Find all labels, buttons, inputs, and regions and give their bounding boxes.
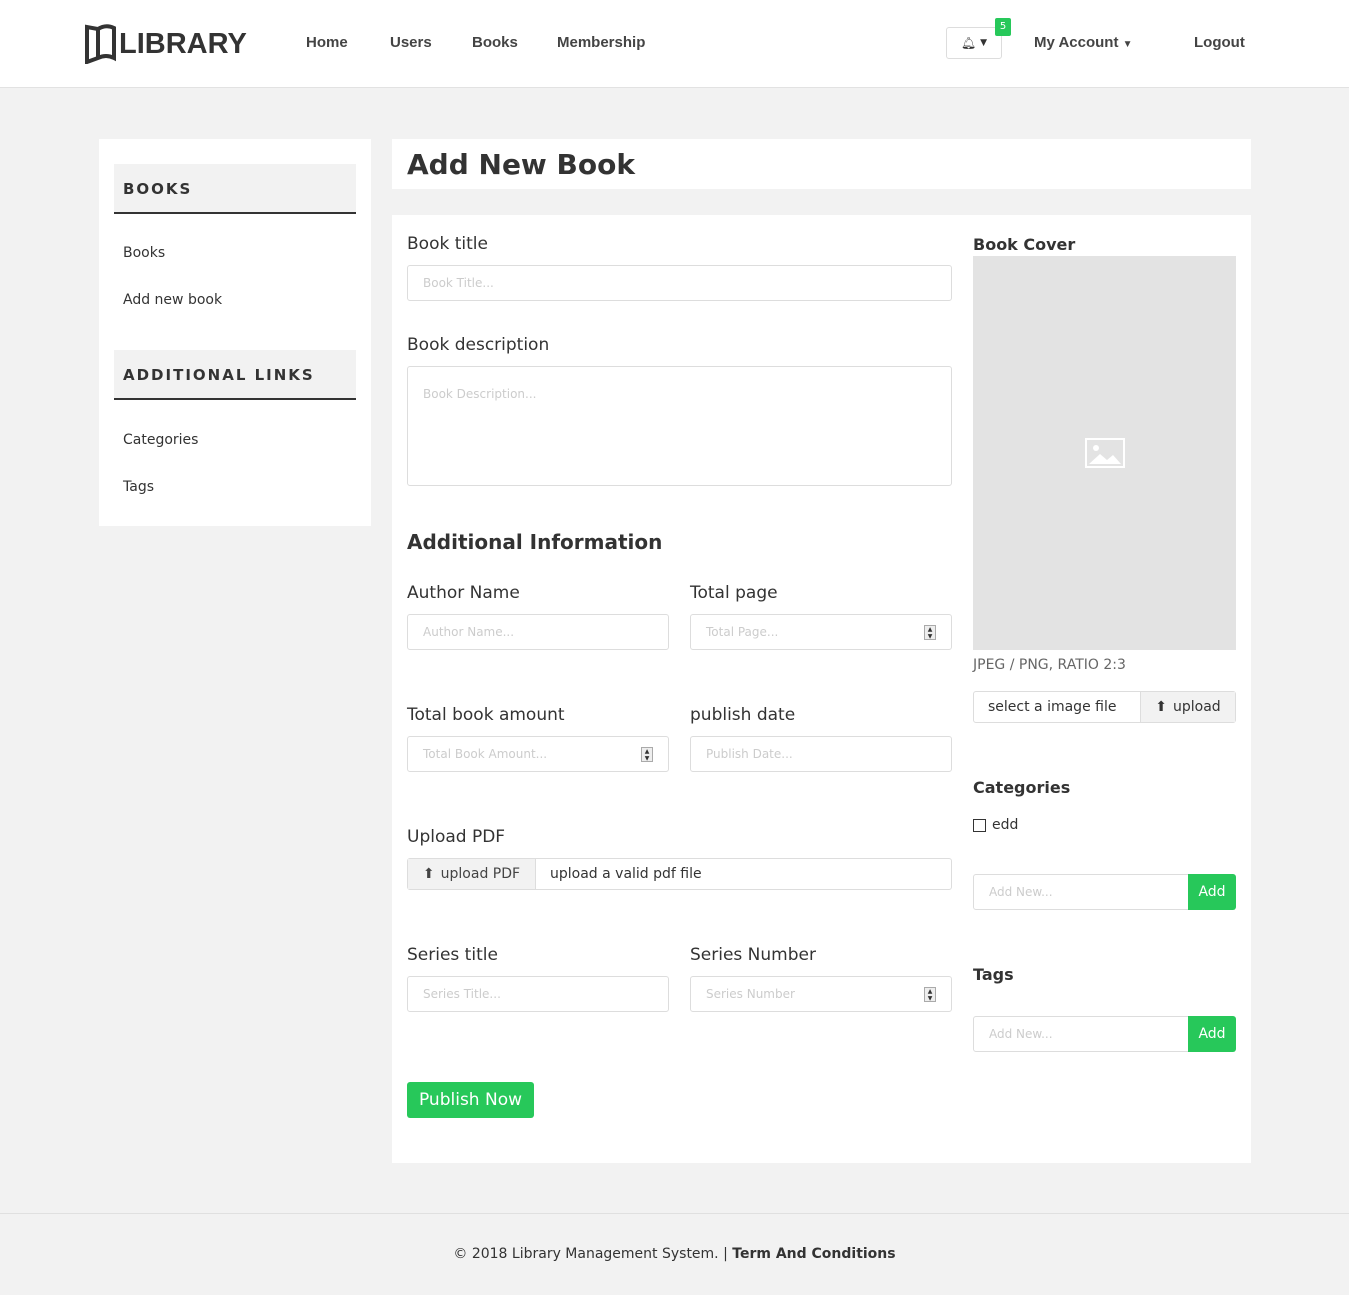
book-cover-heading: Book Cover — [973, 235, 1076, 254]
number-spinner[interactable]: ▲ ▼ — [924, 986, 936, 1002]
upload-icon: ⬆ — [1155, 699, 1168, 715]
sidebar-item-books[interactable]: Books — [123, 245, 165, 261]
upload-icon: ⬆ — [422, 866, 435, 882]
upload-pdf-group: ⬆ upload PDF upload a valid pdf file — [407, 858, 952, 890]
nav-users[interactable]: Users — [390, 34, 432, 51]
sidebar-item-tags[interactable]: Tags — [123, 479, 154, 495]
tag-add-input[interactable]: Add New... — [973, 1016, 1189, 1052]
cover-filename: select a image file — [974, 692, 1141, 722]
series-number-input[interactable]: Series Number ▲ ▼ — [690, 976, 952, 1012]
book-title-label: Book title — [407, 234, 488, 254]
page-title-box: Add New Book — [392, 139, 1251, 189]
upload-pdf-button[interactable]: ⬆ upload PDF — [408, 859, 536, 889]
nav-home[interactable]: Home — [306, 34, 348, 51]
logo[interactable]: LIBRARY — [84, 24, 247, 64]
cover-upload-group: select a image file ⬆ upload — [973, 691, 1236, 723]
notification-badge: 5 — [995, 18, 1011, 36]
footer: © 2018 Library Management System. | Term… — [453, 1246, 896, 1262]
author-name-input[interactable]: Author Name... — [407, 614, 669, 650]
top-navbar: LIBRARY Home Users Books Membership 🔔︎ ▼ … — [0, 0, 1349, 88]
category-checkbox[interactable] — [973, 818, 986, 832]
publish-now-button[interactable]: Publish Now — [407, 1082, 534, 1118]
number-spinner[interactable]: ▲ ▼ — [641, 746, 653, 762]
logout-link[interactable]: Logout — [1194, 34, 1245, 51]
sidebar: BOOKS Books Add new book ADDITIONAL LINK… — [99, 139, 371, 526]
series-number-label: Series Number — [690, 945, 816, 965]
nav-books[interactable]: Books — [472, 34, 518, 51]
sidebar-item-categories[interactable]: Categories — [123, 432, 198, 448]
book-title-input[interactable]: Book Title... — [407, 265, 952, 301]
upload-pdf-filename: upload a valid pdf file — [550, 866, 702, 882]
bell-icon: 🔔︎ — [960, 36, 977, 50]
sidebar-heading-additional: ADDITIONAL LINKS — [114, 350, 356, 400]
image-placeholder-icon — [1084, 438, 1125, 468]
page-title: Add New Book — [407, 148, 635, 181]
footer-divider — [0, 1213, 1349, 1214]
author-name-label: Author Name — [407, 583, 520, 603]
category-add-input[interactable]: Add New... — [973, 874, 1189, 910]
total-book-amount-input[interactable]: Total Book Amount... ▲ ▼ — [407, 736, 669, 772]
total-page-input[interactable]: Total Page... ▲ ▼ — [690, 614, 952, 650]
series-title-label: Series title — [407, 945, 498, 965]
notifications-button[interactable]: 🔔︎ ▼ — [946, 27, 1002, 59]
category-item: edd — [973, 817, 1018, 833]
tags-heading: Tags — [973, 965, 1014, 984]
additional-info-heading: Additional Information — [407, 530, 663, 554]
nav-membership[interactable]: Membership — [557, 34, 645, 51]
book-description-label: Book description — [407, 335, 550, 355]
book-logo-icon — [85, 24, 116, 64]
cover-format-hint: JPEG / PNG, RATIO 2:3 — [973, 657, 1126, 673]
categories-heading: Categories — [973, 778, 1071, 797]
publish-date-input[interactable]: Publish Date... — [690, 736, 952, 772]
my-account-dropdown[interactable]: My Account ▼ — [1034, 34, 1133, 51]
category-add-button[interactable]: Add — [1188, 874, 1236, 910]
cover-upload-button[interactable]: ⬆ upload — [1141, 692, 1235, 722]
book-cover-preview — [973, 256, 1236, 650]
number-spinner[interactable]: ▲ ▼ — [924, 624, 936, 640]
sidebar-heading-books: BOOKS — [114, 164, 356, 214]
series-title-input[interactable]: Series Title... — [407, 976, 669, 1012]
publish-date-label: publish date — [690, 705, 796, 725]
terms-link[interactable]: Term And Conditions — [732, 1246, 895, 1262]
total-page-label: Total page — [690, 583, 778, 603]
book-description-textarea[interactable]: Book Description... — [407, 366, 952, 486]
upload-pdf-label: Upload PDF — [407, 827, 506, 847]
tag-add-button[interactable]: Add — [1188, 1016, 1236, 1052]
chevron-down-icon: ▼ — [980, 38, 988, 48]
chevron-down-icon: ▼ — [1122, 39, 1133, 50]
sidebar-item-add-new-book[interactable]: Add new book — [123, 292, 222, 308]
total-book-amount-label: Total book amount — [407, 705, 565, 725]
